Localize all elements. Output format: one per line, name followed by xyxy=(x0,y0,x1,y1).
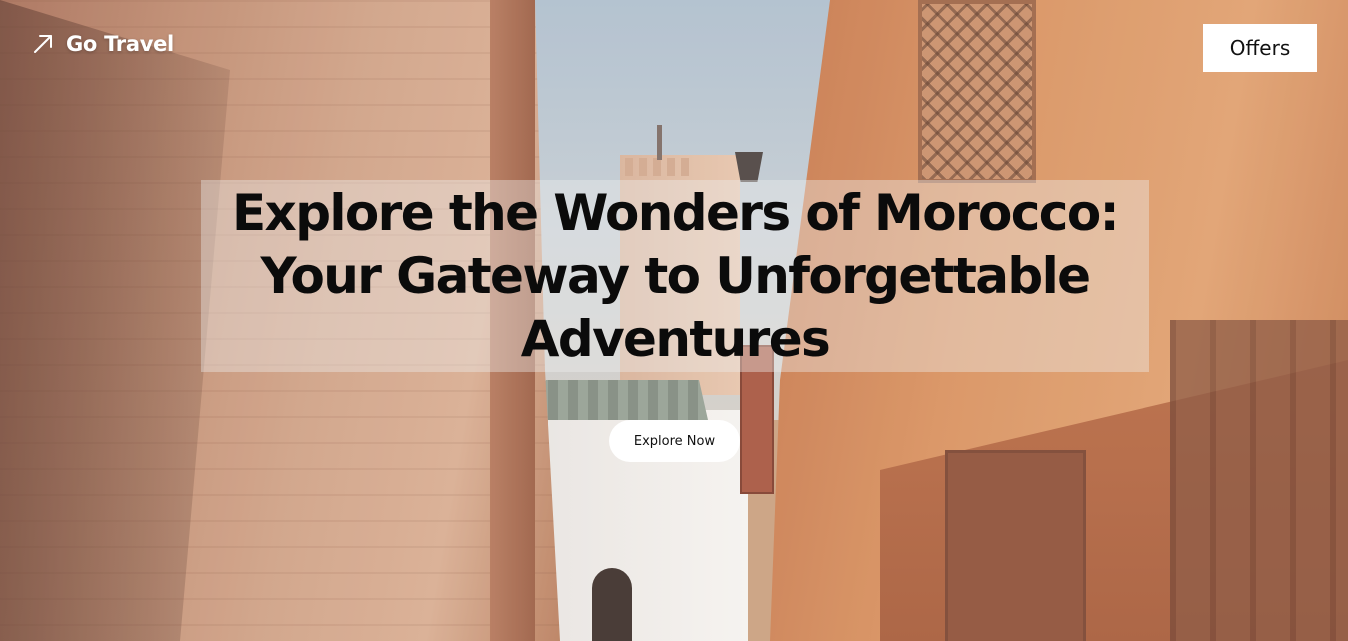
brand-logo-link[interactable]: Go Travel xyxy=(32,32,174,56)
hero-headline: Explore the Wonders of Morocco: Your Gat… xyxy=(201,182,1149,371)
headline-line-3: Adventures xyxy=(520,309,831,368)
arrow-up-right-icon xyxy=(34,35,52,53)
explore-now-button[interactable]: Explore Now xyxy=(609,420,740,462)
headline-line-2: Your Gateway to Unforgettable xyxy=(260,246,1092,305)
offers-button[interactable]: Offers xyxy=(1203,24,1317,72)
hero-section: Go Travel Offers Explore the Wonders of … xyxy=(0,0,1348,641)
headline-panel: Explore the Wonders of Morocco: Your Gat… xyxy=(201,180,1149,372)
brand-name: Go Travel xyxy=(66,32,174,56)
headline-line-1: Explore the Wonders of Morocco: xyxy=(232,183,1120,242)
